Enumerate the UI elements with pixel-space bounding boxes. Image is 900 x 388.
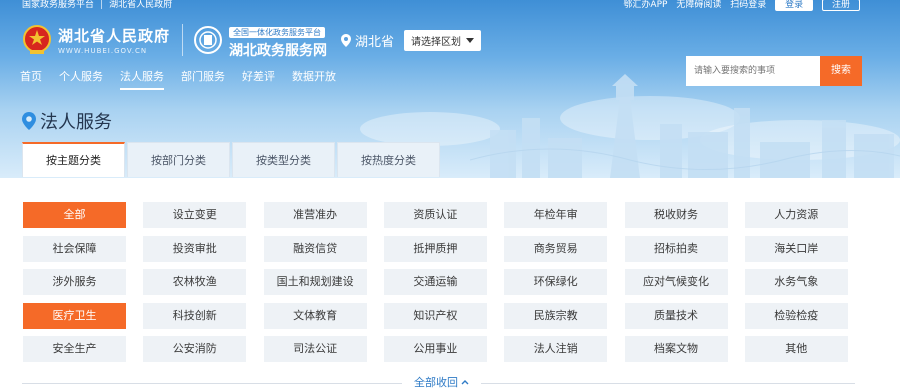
- topbar-link-provincial-gov[interactable]: 湖北省人民政府: [109, 0, 172, 10]
- site-header: 湖北省人民政府 WWW.HUBEI.GOV.CN 全国一体化政务服务平台 湖北政…: [22, 20, 482, 60]
- category-chip[interactable]: 水务气象: [744, 269, 848, 295]
- top-utility-bar: 国家政务服务平台 | 湖北省人民政府 鄂汇办APP 无障碍阅读 扫码登录 登录 注册: [0, 0, 900, 11]
- platform-title: 湖北政务服务网: [229, 43, 328, 59]
- topbar-link-accessibility[interactable]: 无障碍阅读: [676, 0, 721, 10]
- nav-item-rating[interactable]: 好差评: [242, 68, 275, 90]
- nav-item-department-services[interactable]: 部门服务: [181, 68, 225, 90]
- national-emblem-icon[interactable]: [22, 24, 52, 56]
- category-chip[interactable]: 融资信贷: [263, 235, 367, 262]
- main-nav: 首页 个人服务 法人服务 部门服务 好差评 数据开放: [20, 68, 353, 90]
- region-select-dropdown[interactable]: 请选择区划: [404, 29, 482, 51]
- topbar-link-national-platform[interactable]: 国家政务服务平台: [22, 0, 94, 10]
- category-chip[interactable]: 司法公证: [263, 336, 367, 362]
- category-chip[interactable]: 人力资源: [744, 202, 848, 228]
- category-chip[interactable]: 社会保障: [23, 235, 126, 262]
- category-chip[interactable]: 资质认证: [383, 202, 487, 228]
- category-chip[interactable]: 交通运输: [383, 269, 487, 295]
- location-pin-icon: [22, 112, 36, 130]
- search-input[interactable]: [686, 56, 820, 86]
- tab-by-department[interactable]: 按部门分类: [127, 142, 230, 177]
- logo-divider: [182, 24, 184, 56]
- category-chip[interactable]: 设立变更: [143, 202, 247, 228]
- category-chip[interactable]: 科技创新: [143, 302, 247, 329]
- category-chip[interactable]: 投资审批: [143, 235, 247, 262]
- nav-item-home[interactable]: 首页: [20, 68, 42, 90]
- collapse-all-button[interactable]: 全部收回: [402, 374, 481, 388]
- topbar-link-app[interactable]: 鄂汇办APP: [623, 0, 667, 10]
- region-select-label: 请选择区划: [411, 36, 462, 48]
- nav-item-open-data[interactable]: 数据开放: [292, 68, 336, 90]
- platform-badge: 全国一体化政务服务平台: [229, 27, 326, 38]
- category-chip[interactable]: 质量技术: [624, 302, 728, 329]
- category-chip[interactable]: 招标拍卖: [624, 235, 728, 262]
- gov-domain: WWW.HUBEI.GOV.CN: [58, 47, 148, 55]
- category-chip[interactable]: 民族宗教: [504, 302, 608, 329]
- category-chip[interactable]: 商务贸易: [504, 235, 608, 262]
- platform-logo-icon[interactable]: [193, 25, 223, 55]
- category-chip[interactable]: 应对气候变化: [624, 269, 728, 295]
- category-chip[interactable]: 其他: [744, 336, 848, 362]
- register-button[interactable]: 注册: [821, 0, 860, 11]
- category-chip[interactable]: 公安消防: [143, 336, 247, 362]
- category-chip[interactable]: 税收财务: [624, 202, 728, 228]
- category-chip[interactable]: 抵押质押: [383, 235, 487, 262]
- search-button[interactable]: 搜索: [820, 56, 862, 86]
- caret-down-icon: [466, 37, 475, 43]
- category-chip[interactable]: 检验检疫: [744, 302, 848, 329]
- category-chip[interactable]: 公用事业: [383, 336, 487, 362]
- login-button[interactable]: 登录: [775, 0, 814, 11]
- category-chip[interactable]: 文体教育: [263, 302, 367, 329]
- tab-by-type[interactable]: 按类型分类: [232, 142, 335, 177]
- page-title-block: 法人服务: [22, 108, 112, 134]
- region-current: 湖北省: [355, 34, 395, 50]
- platform-logo-text[interactable]: 全国一体化政务服务平台 湖北政务服务网: [229, 20, 327, 60]
- nav-item-legal-entity-services[interactable]: 法人服务: [120, 68, 164, 90]
- tab-by-popularity[interactable]: 按热度分类: [337, 142, 440, 177]
- gov-title: 湖北省人民政府: [58, 27, 171, 45]
- category-chip[interactable]: 档案文物: [624, 336, 728, 362]
- category-chip[interactable]: 准营准办: [263, 202, 367, 228]
- category-chip[interactable]: 医疗卫生: [23, 302, 126, 329]
- chevron-up-icon: [461, 380, 469, 385]
- region-indicator: 湖北省: [341, 31, 394, 50]
- category-chip[interactable]: 农林牧渔: [143, 269, 247, 295]
- category-chip[interactable]: 知识产权: [383, 302, 487, 329]
- category-tabs: 按主题分类 按部门分类 按类型分类 按热度分类: [22, 142, 442, 177]
- category-chip[interactable]: 安全生产: [23, 336, 126, 362]
- search-box: 搜索: [686, 56, 862, 86]
- category-chip[interactable]: 涉外服务: [23, 269, 126, 295]
- tab-by-theme[interactable]: 按主题分类: [22, 142, 125, 177]
- category-chip[interactable]: 环保绿化: [504, 269, 608, 295]
- gov-logo-text[interactable]: 湖北省人民政府 WWW.HUBEI.GOV.CN: [58, 25, 170, 55]
- category-chip[interactable]: 国土和规划建设: [263, 269, 367, 295]
- location-pin-icon: [341, 33, 352, 47]
- page-title: 法人服务: [40, 112, 112, 133]
- category-chip[interactable]: 全部: [23, 202, 126, 228]
- category-chip[interactable]: 年检年审: [504, 202, 608, 228]
- topbar-link-qr-login[interactable]: 扫码登录: [730, 0, 766, 10]
- nav-item-personal-services[interactable]: 个人服务: [59, 68, 103, 90]
- category-chip[interactable]: 海关口岸: [744, 235, 848, 262]
- category-chip[interactable]: 法人注销: [504, 336, 608, 362]
- collapse-label: 全部收回: [414, 376, 458, 388]
